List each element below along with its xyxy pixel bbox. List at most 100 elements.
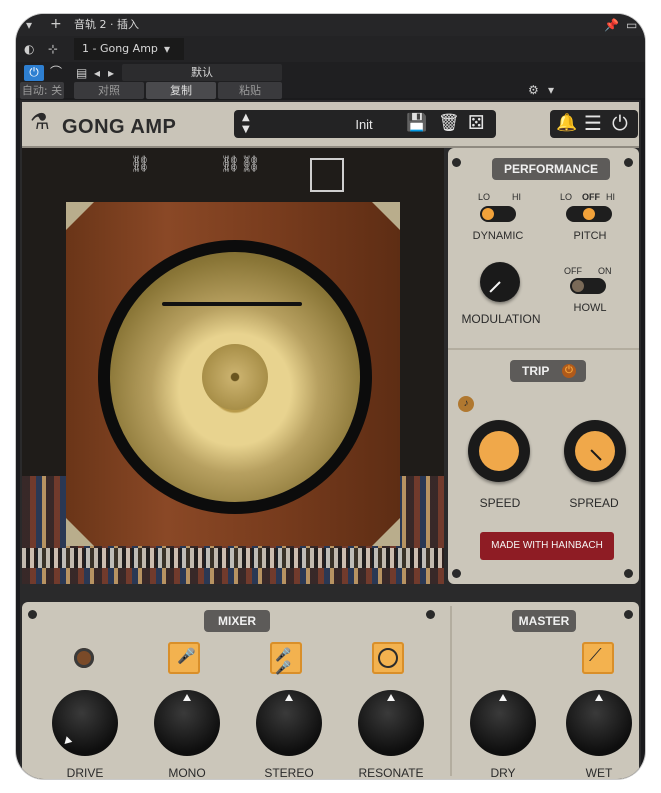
cabinet-image xyxy=(66,202,400,546)
divider xyxy=(448,348,639,350)
gong-image[interactable] xyxy=(110,252,360,502)
next-icon[interactable]: ▸ xyxy=(108,66,114,80)
menu-icon[interactable]: ☰ xyxy=(584,113,602,133)
corner-bracket xyxy=(372,518,400,546)
plugin-window: ▾ + 音轨 2 · 插入 📌 ▭ ◐ ⊹ 1 - Gong Amp ▾ ⏻ ⌒… xyxy=(16,14,645,779)
paste-button[interactable]: 粘贴 xyxy=(218,82,282,99)
resonate-icon xyxy=(378,648,398,668)
pitch-lo-label: LO xyxy=(560,192,573,202)
tempo-sync-icon[interactable]: ♪ xyxy=(458,396,474,412)
howl-off-label: OFF xyxy=(564,266,582,276)
window-icon[interactable]: ▭ xyxy=(626,18,637,32)
file-icon[interactable]: ▤ xyxy=(76,66,87,80)
modulation-knob[interactable] xyxy=(480,262,520,302)
add-icon[interactable]: + xyxy=(50,17,62,31)
trash-icon[interactable]: 🗑 xyxy=(438,115,460,132)
made-with-hainbach-button[interactable]: MADE WITH HAINBACH xyxy=(480,532,614,560)
knob-face xyxy=(479,431,519,471)
host-tabbar: ◐ ⊹ 1 - Gong Amp ▾ xyxy=(16,36,645,62)
toggle-knob xyxy=(583,208,595,220)
gong-boss xyxy=(202,344,268,410)
gong-amp-plugin: ⚗ GONG AMP ▲ ▼ Init 💾 🗑 ⚄ 🔔 ☰ ⏻ ⛓ ⛓⛓ PER… xyxy=(20,100,641,779)
resonate-knob[interactable] xyxy=(358,690,424,756)
spread-knob[interactable] xyxy=(564,420,626,482)
dynamic-hi-label: HI xyxy=(512,192,521,202)
stereo-mic-button[interactable]: 🎤🎤 xyxy=(270,642,302,675)
pitch-toggle[interactable] xyxy=(566,206,612,222)
dry-label: DRY xyxy=(490,766,516,779)
microphone-icon: 🎤 xyxy=(177,647,196,665)
spread-label: SPREAD xyxy=(569,496,619,510)
chevron-down-icon[interactable]: ▾ xyxy=(26,18,32,32)
preset-down-icon[interactable]: ▼ xyxy=(242,125,250,135)
preset-up-icon[interactable]: ▲ xyxy=(242,113,250,123)
drive-knob[interactable] xyxy=(52,690,118,756)
host-titlebar: ▾ + 音轨 2 · 插入 📌 ▭ xyxy=(16,14,645,36)
stereo-label: STEREO xyxy=(264,766,314,779)
host-preset-label: 默认 xyxy=(191,66,213,79)
resonate-button[interactable] xyxy=(372,642,404,674)
plugin-tab-label: 1 - Gong Amp xyxy=(82,42,158,55)
routing-icon[interactable]: ⊹ xyxy=(48,42,58,56)
screw xyxy=(624,610,633,619)
save-icon[interactable]: 💾 xyxy=(406,115,427,132)
mono-knob[interactable] xyxy=(154,690,220,756)
chevron-down-icon[interactable]: ▾ xyxy=(548,83,554,97)
knob-indicator xyxy=(387,694,395,701)
screw xyxy=(624,569,633,578)
bell-icon[interactable]: 🔔 xyxy=(556,115,577,132)
power-icon[interactable]: ⏻ xyxy=(24,65,44,81)
corner-bracket xyxy=(66,518,94,546)
headphones-icon[interactable]: ⌒ xyxy=(50,65,62,79)
toggle-knob xyxy=(572,280,584,292)
speed-knob[interactable] xyxy=(468,420,530,482)
mono-label: MONO xyxy=(168,766,206,779)
pitch-label: PITCH xyxy=(573,230,607,242)
performance-header: PERFORMANCE xyxy=(492,158,610,180)
compare-button[interactable]: 对照 xyxy=(74,82,144,99)
toggle-knob xyxy=(482,208,494,220)
stereo-knob[interactable] xyxy=(256,690,322,756)
trip-power-icon[interactable]: ⏻ xyxy=(562,364,576,378)
modulation-label: MODULATION xyxy=(461,312,541,326)
howl-on-label: ON xyxy=(598,266,612,276)
power-icon[interactable]: ⏻ xyxy=(612,113,628,133)
drive-led[interactable] xyxy=(74,648,94,668)
master-curve-button[interactable]: ⟋ xyxy=(582,642,614,674)
host-preset-select[interactable]: 默认 xyxy=(122,64,282,81)
plugin-tab[interactable]: 1 - Gong Amp ▾ xyxy=(74,38,184,60)
copy-button[interactable]: 复制 xyxy=(146,82,216,99)
dry-knob[interactable] xyxy=(470,690,536,756)
corner-bracket xyxy=(372,202,400,230)
screw xyxy=(452,158,461,167)
frame-icon[interactable] xyxy=(310,158,344,192)
bottom-panel: MIXER MASTER 🎤 🎤🎤 ⟋ DRIVE MONO STEREO RE… xyxy=(22,602,639,779)
gong-ring xyxy=(98,240,372,514)
plugin-icon[interactable]: ◐ xyxy=(24,42,34,56)
wet-knob[interactable] xyxy=(566,690,632,756)
chains-icon[interactable]: ⛓⛓ xyxy=(220,154,261,173)
chain-icon[interactable]: ⛓ xyxy=(130,154,150,173)
screw xyxy=(426,610,435,619)
knob-indicator xyxy=(183,694,191,701)
wet-label: WET xyxy=(585,766,613,779)
dynamic-toggle[interactable] xyxy=(480,206,516,222)
prev-icon[interactable]: ◂ xyxy=(94,66,100,80)
auto-button[interactable]: 自动: 关 xyxy=(20,82,64,99)
mixer-header: MIXER xyxy=(204,610,270,632)
speed-label: SPEED xyxy=(479,496,521,510)
screw xyxy=(452,569,461,578)
preset-name[interactable]: Init xyxy=(324,117,404,132)
mono-mic-button[interactable]: 🎤 xyxy=(168,642,200,674)
host-controls: ⏻ ⌒ ▤ ◂ ▸ 默认 自动: 关 对照 复制 粘贴 ⚙ ▾ xyxy=(16,62,645,99)
knob-indicator xyxy=(61,736,73,747)
dice-icon[interactable]: ⚄ xyxy=(468,114,485,133)
plugin-title: GONG AMP xyxy=(62,116,177,138)
pin-icon[interactable]: 📌 xyxy=(604,18,619,32)
utility-buttons: 🔔 ☰ ⏻ xyxy=(550,110,638,138)
drive-label: DRIVE xyxy=(66,766,104,779)
howl-toggle[interactable] xyxy=(570,278,606,294)
dynamic-label: DYNAMIC xyxy=(472,230,524,242)
gear-icon[interactable]: ⚙ xyxy=(528,83,539,97)
track-title: 音轨 2 · 插入 xyxy=(74,18,139,31)
